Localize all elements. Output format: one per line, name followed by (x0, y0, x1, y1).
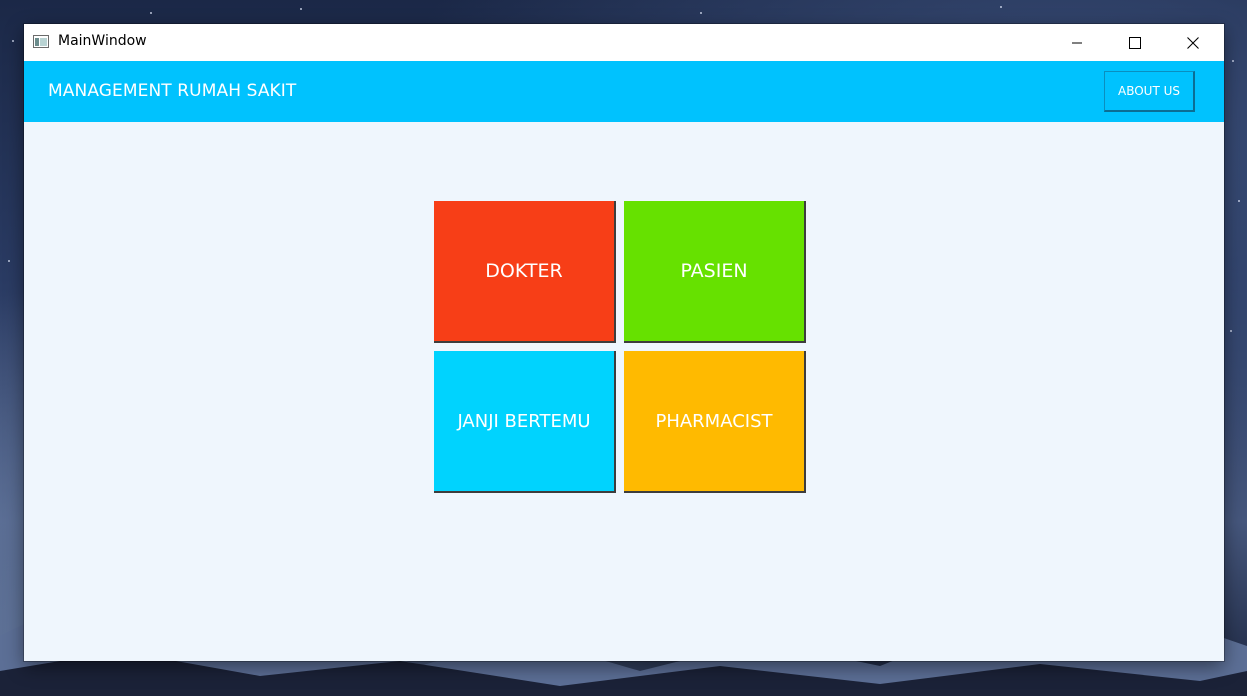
minimize-icon (1072, 42, 1082, 43)
janji-bertemu-tile-button[interactable]: JANJI BERTEMU (434, 351, 614, 491)
window-title: MainWindow (58, 33, 147, 49)
dokter-tile-button[interactable]: DOKTER (434, 201, 614, 341)
main-window: MainWindow MANAGEMENT RUMAH SAKIT ABOUT … (24, 24, 1224, 661)
close-icon (1187, 36, 1199, 49)
app-header: MANAGEMENT RUMAH SAKIT ABOUT US (24, 61, 1224, 122)
title-bar[interactable]: MainWindow (24, 24, 1224, 61)
app-title: MANAGEMENT RUMAH SAKIT (48, 81, 297, 101)
close-button[interactable] (1164, 24, 1222, 61)
maximize-icon (1129, 36, 1141, 49)
pharmacist-tile-button[interactable]: PHARMACIST (624, 351, 804, 491)
app-window-icon (33, 35, 49, 48)
maximize-button[interactable] (1106, 24, 1164, 61)
pasien-tile-button[interactable]: PASIEN (624, 201, 804, 341)
about-us-button[interactable]: ABOUT US (1104, 71, 1195, 112)
minimize-button[interactable] (1048, 24, 1106, 61)
